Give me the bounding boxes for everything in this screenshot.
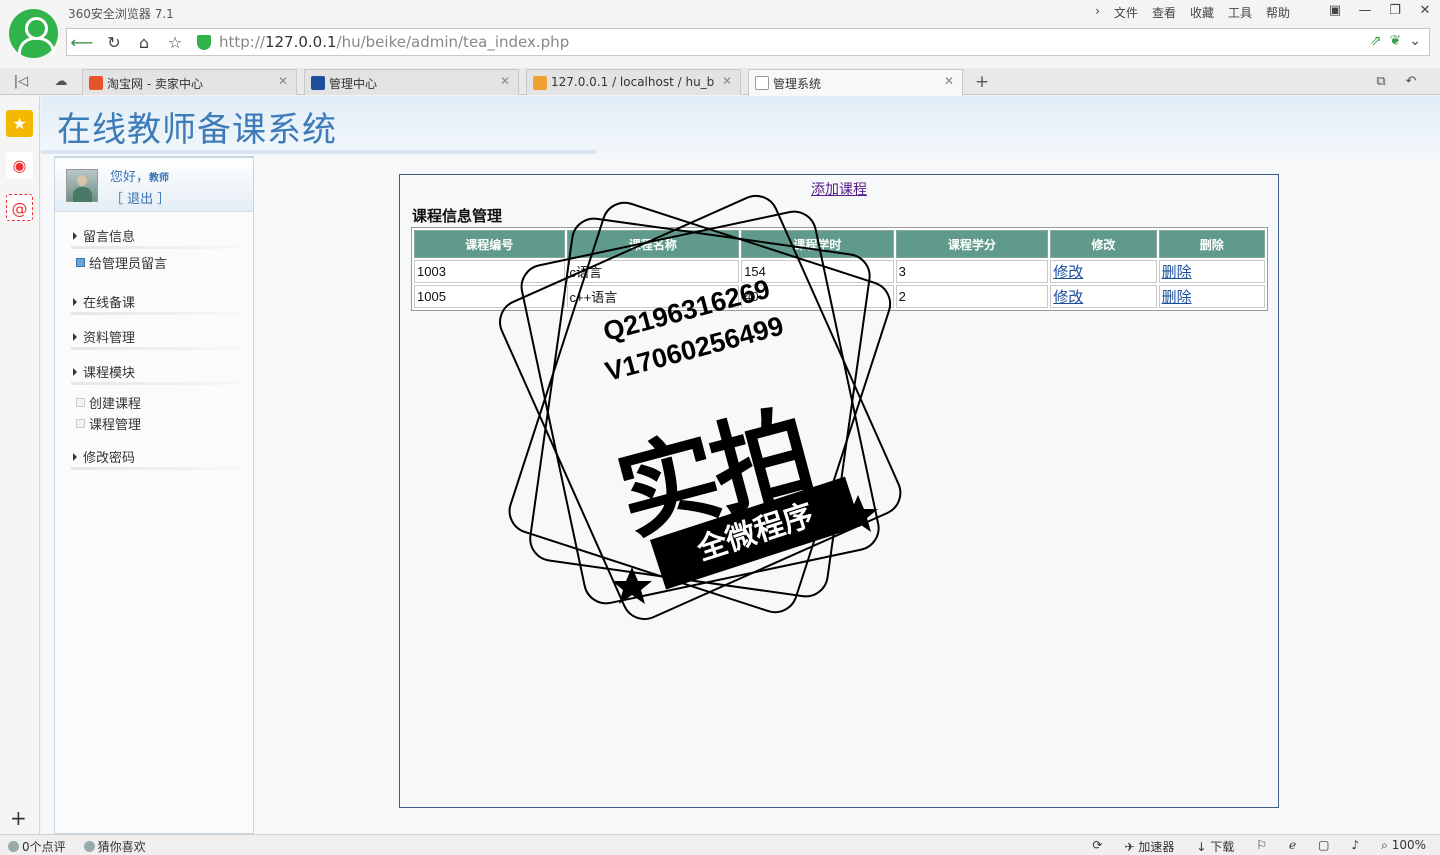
admin-favicon-icon (311, 76, 325, 90)
delete-link[interactable]: 删除 (1162, 264, 1192, 281)
guess-like-status[interactable]: 猜你喜欢 (83, 838, 146, 855)
favorites-star-icon[interactable]: ★ (6, 110, 33, 137)
menu-bar: › 文件 查看 收藏 工具 帮助 (1095, 4, 1290, 21)
status-bar: 0个点评 猜你喜欢 ⟳ ✈ 加速器 ↓ 下载 ⚐ ℯ ▢ ♪ ⌕ 100% (0, 834, 1440, 855)
home-icon[interactable]: ⌂ (131, 31, 157, 55)
cell-edit: 修改 (1050, 260, 1157, 283)
nav-create-course[interactable]: 创建课程 (55, 391, 253, 412)
zoom-control[interactable]: ⌕ 100% (1381, 838, 1426, 855)
ie-icon[interactable]: ℯ (1289, 838, 1296, 855)
nav-course-module[interactable]: 课程模块 (55, 356, 253, 391)
nav-messages[interactable]: 留言信息 (55, 220, 253, 255)
cell-delete: 删除 (1158, 285, 1265, 308)
download-button[interactable]: ↓ 下载 (1196, 838, 1234, 855)
address-tools: ⇗ ❦ ⌄ (1370, 33, 1421, 49)
tab-phpmyadmin[interactable]: 127.0.0.1 / localhost / hu_b ✕ (526, 69, 741, 95)
col-edit: 修改 (1050, 230, 1157, 258)
avatar (66, 169, 98, 202)
window-icon[interactable]: ▢ (1318, 838, 1329, 855)
skin-icon[interactable]: ▣ (1320, 0, 1350, 22)
new-tab-button[interactable]: + (970, 71, 994, 93)
flag-icon[interactable]: ⚐ (1256, 838, 1267, 855)
nav-course-manage[interactable]: 课程管理 (55, 412, 253, 433)
browser-logo-icon[interactable] (9, 9, 58, 58)
menu-help[interactable]: 帮助 (1266, 4, 1290, 21)
tab-label: 管理系统 (773, 77, 822, 91)
tab-label: 管理中心 (329, 77, 378, 91)
volume-icon[interactable]: ♪ (1351, 838, 1359, 855)
accelerator-button[interactable]: ✈ 加速器 (1124, 838, 1174, 855)
edit-link[interactable]: 修改 (1053, 289, 1083, 306)
cell-edit: 修改 (1050, 285, 1157, 308)
browser-side-dock: ★ ◉ @ + (0, 96, 40, 834)
tab-list-icon[interactable]: ⧉ (1370, 72, 1392, 92)
delete-link[interactable]: 删除 (1162, 289, 1192, 306)
shield-icon (197, 35, 211, 50)
undo-close-icon[interactable]: ↶ (1400, 72, 1422, 92)
app-title: 360安全浏览器 7.1 (68, 7, 174, 21)
reload-icon[interactable]: ↻ (101, 31, 127, 55)
cloud-icon[interactable]: ☁ (50, 72, 72, 92)
minimize-button[interactable]: — (1350, 0, 1380, 22)
greeting: 您好，教师 (110, 170, 170, 185)
tab-label: 淘宝网 - 卖家中心 (107, 77, 203, 91)
menu-file[interactable]: 文件 (1114, 4, 1138, 21)
star-icon[interactable]: ☆ (162, 31, 188, 55)
page-favicon-icon (755, 76, 769, 90)
close-icon[interactable]: ✕ (722, 74, 732, 88)
menu-view[interactable]: 查看 (1152, 4, 1176, 21)
col-delete: 删除 (1158, 230, 1265, 258)
address-bar: ⟵ ↻ ⌂ ☆ http://127.0.0.1/hu/beike/admin/… (66, 28, 1430, 56)
nav-change-password[interactable]: 修改密码 (55, 441, 253, 476)
url-input[interactable]: http://127.0.0.1/hu/beike/admin/tea_inde… (219, 33, 569, 51)
browser-titlebar: 360安全浏览器 7.1 › 文件 查看 收藏 工具 帮助 ▣ — ❐ ✕ ⟵ … (0, 0, 1440, 68)
cell-delete: 删除 (1158, 260, 1265, 283)
taobao-favicon-icon (89, 76, 103, 90)
close-icon[interactable]: ✕ (500, 74, 510, 88)
tab-admin-center[interactable]: 管理中心 ✕ (304, 69, 519, 95)
close-icon[interactable]: ✕ (944, 74, 954, 88)
pma-favicon-icon (533, 76, 547, 90)
guess-icon (83, 841, 95, 852)
edit-link[interactable]: 修改 (1053, 264, 1083, 281)
tab-bar: |◁ ☁ 淘宝网 - 卖家中心 ✕ 管理中心 ✕ 127.0.0.1 / loc… (0, 68, 1440, 96)
left-navigation: 您好，教师 ［ 退出 ］ 留言信息 给管理员留言 在线备课 资料管理 课程模块 … (54, 156, 254, 834)
leaf-icon[interactable]: ❦ (1390, 33, 1402, 49)
share-icon[interactable]: ⇗ (1370, 33, 1382, 49)
page-header: 在线教师备课系统 (41, 96, 1440, 154)
chevron-down-icon[interactable]: ⌄ (1409, 33, 1421, 49)
close-icon[interactable]: ✕ (278, 74, 288, 88)
user-role: 教师 (149, 173, 170, 184)
back-arrow-icon[interactable]: ⟵ (69, 31, 95, 55)
nav-list: 留言信息 给管理员留言 在线备课 资料管理 课程模块 创建课程 课程管理 修改密… (55, 220, 253, 476)
nav-online-prep[interactable]: 在线备课 (55, 286, 253, 321)
weibo-icon[interactable]: ◉ (6, 152, 33, 179)
window-controls: ▣ — ❐ ✕ (1320, 0, 1440, 22)
refresh-status-icon[interactable]: ⟳ (1092, 838, 1102, 855)
nav-message-admin[interactable]: 给管理员留言 (55, 251, 253, 272)
tab-taobao[interactable]: 淘宝网 - 卖家中心 ✕ (82, 69, 297, 95)
nav-materials[interactable]: 资料管理 (55, 321, 253, 356)
mail-icon[interactable]: @ (6, 194, 33, 221)
tab-label: 127.0.0.1 / localhost / hu_b (551, 75, 715, 89)
status-right: ⟳ ✈ 加速器 ↓ 下载 ⚐ ℯ ▢ ♪ ⌕ 100% (1092, 838, 1426, 855)
close-window-button[interactable]: ✕ (1410, 0, 1440, 22)
chevron-right-icon[interactable]: › (1095, 4, 1100, 21)
sidebar-toggle-icon[interactable]: |◁ (10, 72, 32, 92)
maximize-button[interactable]: ❐ (1380, 0, 1410, 22)
comments-status[interactable]: 0个点评 (8, 838, 66, 855)
logout-link[interactable]: ［ 退出 ］ (110, 188, 170, 207)
tab-management-system[interactable]: 管理系统 ✕ (748, 69, 963, 96)
comment-icon (8, 841, 19, 852)
menu-tools[interactable]: 工具 (1228, 4, 1252, 21)
add-dock-icon[interactable]: + (10, 806, 27, 830)
status-left: 0个点评 猜你喜欢 (8, 838, 146, 855)
site-title: 在线教师备课系统 (57, 110, 337, 150)
menu-favorites[interactable]: 收藏 (1190, 4, 1214, 21)
user-panel: 您好，教师 ［ 退出 ］ (55, 158, 253, 212)
